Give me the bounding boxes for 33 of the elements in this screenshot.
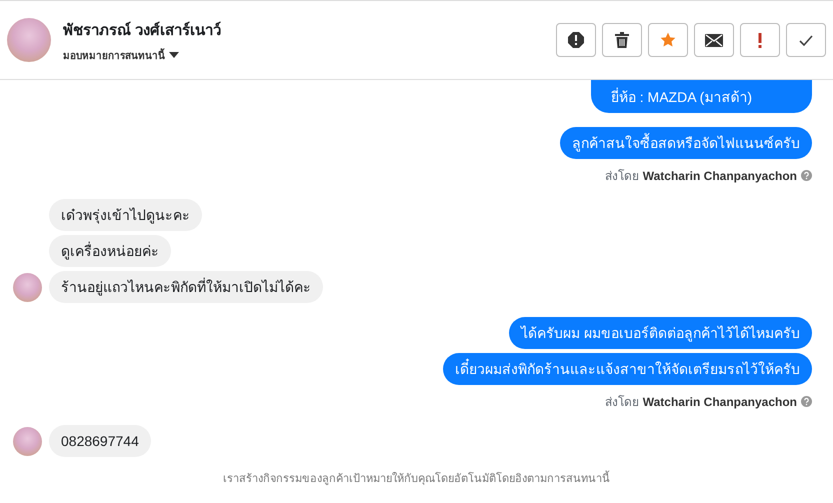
message-bubble: ลูกค้าสนใจซื้อสดหรือจัดไฟแนนซ์ครับ (560, 127, 812, 159)
assign-link[interactable]: มอบหมายการสนทนานี้ (63, 48, 165, 62)
sent-by-label: ส่งโดย (604, 394, 639, 411)
delete-button[interactable] (602, 23, 642, 57)
done-button[interactable] (786, 23, 826, 57)
message-bubble: ได้ครับผม ผมขอเบอร์ติดต่อลูกค้าไว้ได้ไหมครับ (509, 317, 812, 349)
star-button[interactable] (648, 23, 688, 57)
avatar (13, 426, 42, 456)
avatar (13, 272, 42, 302)
message-bubble: ร้านอยู่แถวไหนคะพิกัดที่ให้มาเปิดไม่ได้คะ (49, 271, 323, 303)
trash-icon (615, 32, 629, 48)
check-icon (799, 34, 813, 46)
sent-by-label: ส่งโดย (604, 168, 639, 185)
help-icon[interactable] (801, 396, 812, 407)
contact-name: พัชราภรณ์ วงศ์เสาร์เนาว์ (63, 20, 222, 40)
message-bubble: ยี่ห้อ : MAZDA (มาสด้า) (590, 80, 812, 113)
help-icon[interactable] (801, 170, 812, 181)
avatar (7, 18, 51, 62)
report-button[interactable] (556, 23, 596, 57)
message-bubble: เด๋วพรุ่งเข้าไปดูนะคะ (49, 199, 202, 231)
footer-note: เราสร้างกิจกรรมของลูกค้าเป้าหมายให้กับคุณโดยอัตโนมัติโดยอิงตามการสนทนานี้ (0, 469, 833, 503)
sender-name: Watcharin Chanpanyachon (642, 168, 797, 182)
sender-name: Watcharin Chanpanyachon (642, 394, 797, 408)
message-bubble: 0828697744 (49, 425, 151, 457)
exclamation-icon (758, 32, 762, 48)
caret-icon[interactable] (169, 52, 179, 58)
message-bubble: เดี๋ยวผมส่งพิกัดร้านและแจ้งสาขาให้จัดเตรียมรถไว้ให้ครับ (443, 353, 812, 385)
important-button[interactable] (740, 23, 780, 57)
message-bubble: ดูเครื่องหน่อยค่ะ (49, 235, 171, 267)
warning-icon (568, 32, 584, 48)
mail-button[interactable] (694, 23, 734, 57)
star-icon (660, 32, 676, 48)
envelope-icon (705, 34, 723, 46)
